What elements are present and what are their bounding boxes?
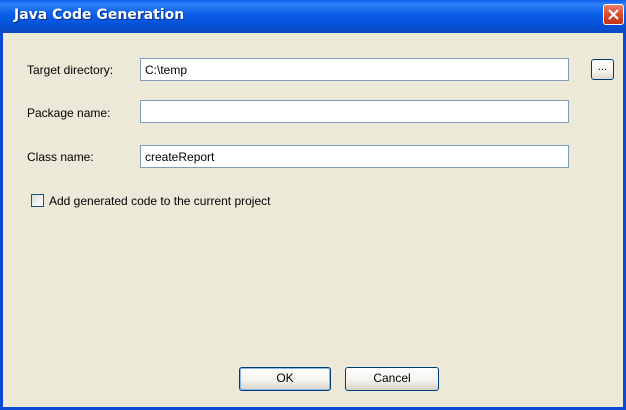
target-directory-label: Target directory: <box>27 63 114 77</box>
package-name-field[interactable] <box>140 100 569 123</box>
class-name-label: Class name: <box>27 150 94 164</box>
class-name-field[interactable]: createReport <box>140 145 569 168</box>
ok-button[interactable]: OK <box>239 367 331 391</box>
add-to-project-label[interactable]: Add generated code to the current projec… <box>49 194 270 208</box>
browse-button[interactable]: ... <box>591 59 614 80</box>
title-bar[interactable]: Java Code Generation <box>0 0 626 33</box>
add-to-project-checkbox[interactable] <box>31 194 44 207</box>
package-name-label: Package name: <box>27 106 111 120</box>
cancel-button[interactable]: Cancel <box>345 367 439 391</box>
close-button[interactable] <box>603 4 624 25</box>
target-directory-field[interactable]: C:\temp <box>140 58 569 81</box>
dialog-title: Java Code Generation <box>14 7 185 23</box>
java-code-generation-dialog: Java Code Generation Target directory: C… <box>0 0 626 410</box>
